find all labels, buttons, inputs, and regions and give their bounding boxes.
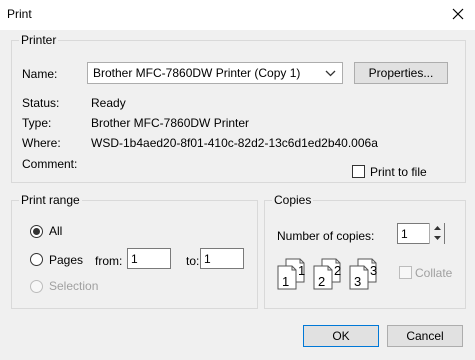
print-range-group-label: Print range — [19, 193, 82, 207]
close-button[interactable] — [447, 3, 469, 25]
number-of-copies-input[interactable] — [397, 223, 445, 244]
to-label: to: — [186, 254, 200, 268]
to-page-input[interactable] — [200, 248, 244, 269]
caret-up-icon — [433, 226, 441, 230]
cancel-button[interactable]: Cancel — [387, 325, 463, 347]
spin-up-button[interactable] — [430, 223, 444, 233]
print-range-group: Print range All Pages from: to: Selectio… — [11, 193, 258, 309]
print-to-file-checkbox[interactable] — [352, 165, 365, 178]
collate-illustration: 1 1 2 2 3 3 — [277, 257, 387, 291]
collate-checkbox[interactable] — [399, 266, 412, 279]
number-of-copies-label: Number of copies: — [277, 229, 375, 243]
spin-down-button[interactable] — [430, 233, 444, 243]
collate-page-front-1: 1 — [282, 274, 289, 289]
close-icon — [452, 8, 464, 20]
status-value: Ready — [91, 96, 126, 110]
collate-label[interactable]: Collate — [415, 266, 452, 280]
dialog-title: Print — [7, 7, 32, 21]
printer-group: Printer Name: Brother MFC-7860DW Printer… — [11, 33, 466, 183]
copies-group-label: Copies — [272, 193, 314, 207]
selection-radio[interactable] — [30, 280, 43, 293]
collate-pages-icon: 1 1 2 2 3 3 — [277, 258, 377, 290]
print-to-file-label[interactable]: Print to file — [370, 165, 427, 179]
cancel-button-label: Cancel — [406, 329, 444, 343]
printer-name-value: Brother MFC-7860DW Printer (Copy 1) — [93, 66, 301, 80]
from-page-input[interactable] — [127, 248, 171, 269]
copies-group: Copies Number of copies: 1 1 1 2 2 3 3 C… — [264, 193, 466, 309]
collate-page-back-3: 3 — [370, 263, 377, 278]
status-label: Status: — [22, 96, 60, 110]
print-dialog: Print Printer Name: Brother MFC-7860DW P… — [0, 0, 475, 360]
to-page-field[interactable] — [201, 249, 243, 268]
caret-down-icon — [433, 236, 441, 240]
all-radio-label[interactable]: All — [49, 224, 62, 238]
from-label: from: — [95, 254, 123, 268]
number-of-copies-field[interactable] — [398, 224, 430, 243]
type-value: Brother MFC-7860DW Printer — [91, 116, 250, 130]
properties-button-label: Properties... — [368, 66, 434, 80]
where-label: Where: — [22, 136, 61, 150]
collate-page-back-1: 1 — [298, 263, 305, 278]
collate-page-front-2: 2 — [318, 274, 325, 289]
chevron-down-icon — [325, 70, 336, 77]
where-value: WSD-1b4aed20-8f01-410c-82d2-13c6d1ed2b40… — [91, 136, 378, 150]
all-radio[interactable] — [30, 225, 43, 238]
ok-button[interactable]: OK — [303, 325, 379, 347]
from-page-field[interactable] — [128, 249, 170, 268]
collate-page-front-3: 3 — [354, 274, 361, 289]
properties-button[interactable]: Properties... — [354, 62, 448, 84]
dialog-body: Printer Name: Brother MFC-7860DW Printer… — [0, 30, 475, 360]
title-bar: Print — [0, 0, 475, 30]
printer-name-dropdown[interactable]: Brother MFC-7860DW Printer (Copy 1) — [87, 62, 343, 84]
printer-group-label: Printer — [19, 33, 59, 47]
pages-radio[interactable] — [30, 253, 43, 266]
ok-button-label: OK — [332, 329, 350, 343]
comment-label: Comment: — [22, 157, 78, 171]
name-label: Name: — [22, 67, 58, 81]
collate-page-back-2: 2 — [334, 263, 341, 278]
type-label: Type: — [22, 116, 52, 130]
selection-radio-label[interactable]: Selection — [49, 279, 98, 293]
copies-spinner[interactable] — [429, 223, 444, 244]
pages-radio-label[interactable]: Pages — [49, 253, 83, 267]
